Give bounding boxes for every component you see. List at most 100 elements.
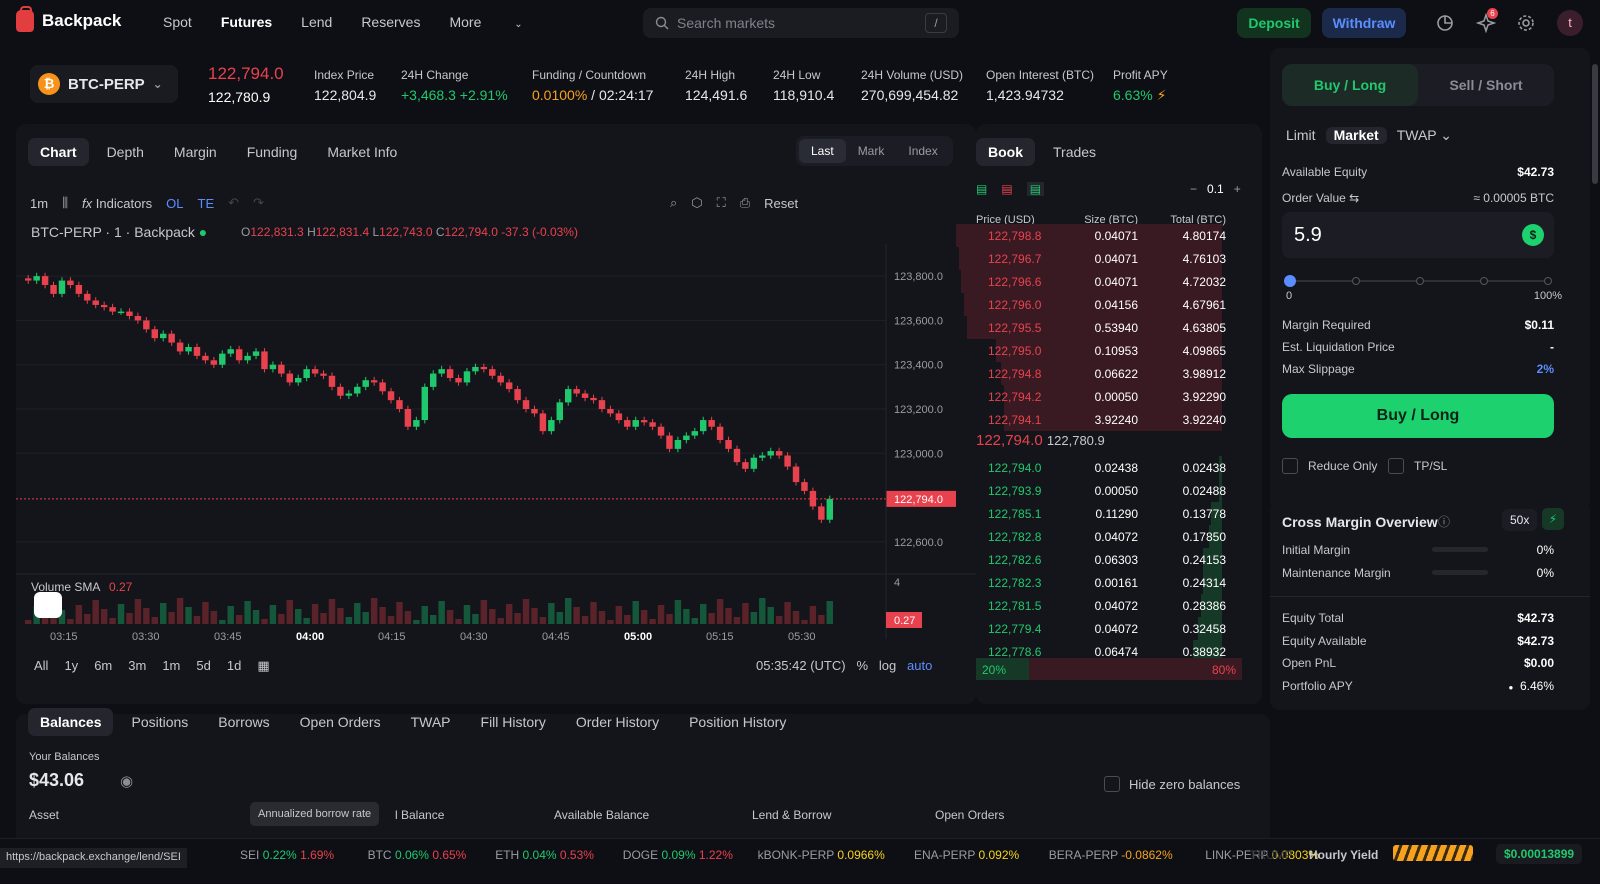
swap-icon[interactable]: ⇆: [1349, 191, 1359, 205]
size-slider[interactable]: [1284, 275, 1552, 287]
tab-depth[interactable]: Depth: [95, 138, 156, 166]
bid-row[interactable]: 122,779.4 0.04072 0.32458: [976, 617, 1242, 640]
bid-row[interactable]: 122,793.9 0.00050 0.02488: [976, 479, 1242, 502]
bid-row[interactable]: 122,785.1 0.11290 0.13778: [976, 502, 1242, 525]
deposit-button[interactable]: Deposit: [1237, 8, 1311, 38]
tab-balances[interactable]: Balances: [28, 708, 114, 736]
calendar-icon[interactable]: ▦: [257, 658, 269, 674]
redo-icon[interactable]: ↷: [253, 195, 264, 211]
tab-market-info[interactable]: Market Info: [315, 138, 409, 166]
ticker-item[interactable]: BERA-PERP -0.0862%: [1049, 848, 1173, 862]
camera-icon[interactable]: ⎙: [740, 195, 750, 211]
tab-open-orders[interactable]: Open Orders: [288, 708, 393, 736]
tpsl-checkbox[interactable]: [1388, 458, 1404, 474]
range-3m[interactable]: 3m: [128, 658, 146, 674]
ask-row[interactable]: 122,794.2 0.00050 3.92290: [976, 385, 1242, 408]
auto-toggle[interactable]: auto: [907, 658, 932, 673]
withdraw-button[interactable]: Withdraw: [1322, 8, 1406, 38]
order-type-twap[interactable]: TWAP ⌄: [1393, 127, 1456, 144]
portfolio-chart-icon[interactable]: [1435, 13, 1455, 33]
price-type-mark[interactable]: Mark: [846, 139, 897, 163]
fullscreen-icon[interactable]: ⛶: [717, 195, 726, 211]
nav-lend[interactable]: Lend: [301, 14, 332, 30]
settings-icon[interactable]: ⬡: [691, 195, 702, 211]
order-type-limit[interactable]: Limit: [1282, 127, 1320, 144]
book-asks-icon[interactable]: ▤: [1001, 182, 1012, 196]
nav-spot[interactable]: Spot: [163, 14, 192, 30]
nav-futures[interactable]: Futures: [221, 14, 272, 30]
indicators-button[interactable]: fx Indicators: [82, 196, 152, 211]
ask-row[interactable]: 122,794.8 0.06622 3.98912: [976, 362, 1242, 385]
slippage-value[interactable]: 2%: [1537, 362, 1554, 376]
price-type-last[interactable]: Last: [799, 139, 846, 163]
tab-position-history[interactable]: Position History: [677, 708, 798, 736]
ask-row[interactable]: 122,795.0 0.10953 4.09865: [976, 339, 1242, 362]
avatar[interactable]: t: [1557, 10, 1583, 36]
tab-trades[interactable]: Trades: [1041, 138, 1108, 166]
ticker-item[interactable]: kBONK-PERP 0.0966%: [758, 848, 885, 862]
range-1m[interactable]: 1m: [162, 658, 180, 674]
slider-stop[interactable]: [1352, 277, 1360, 285]
info-icon[interactable]: ⓘ: [1438, 513, 1450, 530]
gear-icon[interactable]: [1516, 13, 1536, 33]
bid-row[interactable]: 122,781.5 0.04072 0.28386: [976, 594, 1242, 617]
book-both-icon[interactable]: ▤: [976, 182, 987, 196]
range-5d[interactable]: 5d: [196, 658, 210, 674]
interval-select[interactable]: 1m: [30, 196, 48, 211]
market-selector[interactable]: ₿ BTC-PERP ⌄: [30, 65, 178, 103]
brand-logo[interactable]: Backpack: [16, 6, 121, 32]
bid-row[interactable]: 122,782.6 0.06303 0.24153: [976, 548, 1242, 571]
hide-zero-checkbox[interactable]: [1104, 776, 1120, 792]
ask-row[interactable]: 122,798.8 0.04071 4.80174: [956, 224, 1242, 247]
buy-long-button[interactable]: Buy / Long: [1282, 394, 1554, 438]
bid-row[interactable]: 122,782.8 0.04072 0.17850: [976, 525, 1242, 548]
ask-row[interactable]: 122,796.6 0.04071 4.72032: [961, 270, 1242, 293]
te-toggle[interactable]: TE: [198, 196, 215, 211]
lightning-icon[interactable]: ⚡: [1542, 508, 1564, 530]
tab-chart[interactable]: Chart: [28, 138, 89, 166]
price-chart[interactable]: 123,800.0 123,600.0 123,400.0 123,200.0 123,…: [16, 244, 976, 654]
range-1y[interactable]: 1y: [64, 658, 78, 674]
slider-stop[interactable]: [1544, 277, 1552, 285]
tab-positions[interactable]: Positions: [119, 708, 200, 736]
nav-reserves[interactable]: Reserves: [361, 14, 420, 30]
buy-long-tab[interactable]: Buy / Long: [1282, 64, 1418, 106]
slider-stop[interactable]: [1416, 277, 1424, 285]
bid-row[interactable]: 122,794.0 0.02438 0.02438: [976, 456, 1242, 479]
tab-fill-history[interactable]: Fill History: [469, 708, 558, 736]
range-1d[interactable]: 1d: [227, 658, 241, 674]
dollar-icon[interactable]: $: [1522, 224, 1544, 246]
tab-funding[interactable]: Funding: [235, 138, 310, 166]
undo-icon[interactable]: ↶: [228, 195, 239, 211]
ticker-item[interactable]: DOGE 0.09% 1.22%: [623, 848, 733, 862]
tab-margin[interactable]: Margin: [162, 138, 229, 166]
price-type-index[interactable]: Index: [896, 139, 949, 163]
ask-row[interactable]: 122,794.1 3.92240 3.92240: [976, 408, 1242, 431]
order-type-market[interactable]: Market: [1325, 127, 1387, 144]
ol-toggle[interactable]: OL: [166, 196, 183, 211]
book-bids-icon[interactable]: ▤: [1026, 182, 1045, 196]
slider-stop[interactable]: [1480, 277, 1488, 285]
candle-type-icon[interactable]: ⫼: [62, 195, 68, 211]
ticker-item[interactable]: ETH 0.04% 0.53%: [495, 848, 594, 862]
plus-icon[interactable]: +: [1234, 182, 1241, 196]
magnifier-icon[interactable]: ⌕: [670, 195, 677, 211]
eye-icon[interactable]: ◉: [120, 772, 133, 790]
log-toggle[interactable]: log: [879, 658, 896, 673]
bid-row[interactable]: 122,782.3 0.00161 0.24314: [976, 571, 1242, 594]
percent-toggle[interactable]: %: [856, 658, 868, 673]
range-6m[interactable]: 6m: [94, 658, 112, 674]
amount-input[interactable]: 5.9 $: [1282, 212, 1554, 258]
ask-row[interactable]: 122,796.0 0.04156 4.67961: [963, 293, 1242, 316]
range-all[interactable]: All: [34, 658, 48, 674]
search-input[interactable]: Search markets /: [643, 8, 959, 38]
tab-twap[interactable]: TWAP: [399, 708, 463, 736]
ask-row[interactable]: 122,796.7 0.04071 4.76103: [958, 247, 1242, 270]
ask-row[interactable]: 122,795.5 0.53940 4.63805: [966, 316, 1242, 339]
slider-handle[interactable]: [1284, 275, 1296, 287]
ticker-item[interactable]: SEI 0.22% 1.69%: [240, 848, 334, 862]
tab-book[interactable]: Book: [976, 138, 1035, 166]
nav-more[interactable]: More ⌄: [449, 14, 551, 30]
ticker-item[interactable]: BTC 0.06% 0.65%: [368, 848, 467, 862]
minus-icon[interactable]: −: [1190, 182, 1197, 196]
